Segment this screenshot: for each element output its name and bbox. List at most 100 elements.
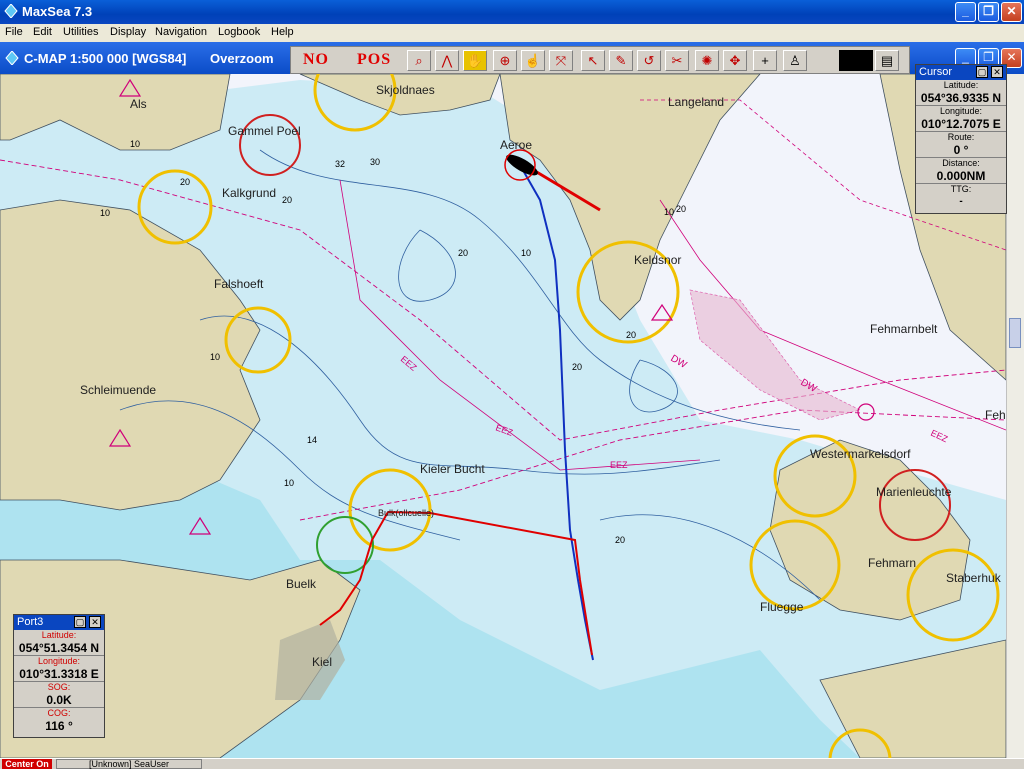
label-marienleuchte: Marienleuchte [876, 485, 952, 499]
port3-latitude-label: Latitude: [41, 630, 77, 640]
depth-label: 20 [180, 177, 190, 187]
window-layout-icon[interactable]: ▤ [875, 50, 899, 71]
depth-label: 20 [615, 535, 625, 545]
cursor-panel-title: Cursor [919, 66, 953, 78]
display-swatch [839, 50, 873, 71]
port3-latitude-value: 054°51.3454 N [18, 641, 100, 655]
port3-sog-label: SOG: [47, 682, 71, 692]
depth-label: 10 [284, 478, 294, 488]
cursor-latitude-label: Latitude: [943, 80, 979, 90]
compass-icon[interactable]: ⋀ [435, 50, 459, 71]
scale-arrows-icon[interactable]: ⤧ [549, 50, 573, 71]
port3-panel-close-button[interactable]: ✕ [89, 616, 101, 628]
app-titlebar: MaxSea 7.3 _ ❐ ✕ [0, 0, 1024, 24]
no-label: NO [303, 51, 329, 68]
port3-longitude-label: Longitude: [37, 656, 81, 666]
menu-file[interactable]: File [5, 26, 23, 38]
cursor-longitude-label: Longitude: [939, 106, 983, 116]
eez-label: EEZ [610, 460, 628, 470]
label-falshoeft: Falshoeft [214, 277, 264, 291]
menu-help[interactable]: Help [271, 26, 294, 38]
depth-label: 20 [458, 248, 468, 258]
port3-panel-title: Port3 [17, 616, 44, 628]
label-fehmarnbelt: Fehmarnbelt [870, 322, 938, 336]
label-langeland: Langeland [668, 95, 724, 109]
menu-utilities[interactable]: Utilities [63, 26, 98, 38]
restore-button[interactable]: ❐ [978, 2, 999, 22]
overzoom-label: Overzoom [210, 51, 274, 66]
port3-panel: Port3 ▢ ✕ Latitude: 054°51.3454 N Longitu… [13, 614, 105, 738]
port3-panel-header[interactable]: Port3 ▢ ✕ [14, 615, 104, 630]
move-icon[interactable]: ✥ [723, 50, 747, 71]
chart-svg[interactable]: Als Skjoldnaes Langeland Gammel Poel Aer… [0, 74, 1006, 758]
scrollbar-thumb[interactable] [1009, 318, 1021, 348]
menu-display[interactable]: Display [110, 26, 146, 38]
label-gammel-poel: Gammel Poel [228, 124, 301, 138]
label-bulk-light: Bulk(ollcuelle) [378, 508, 434, 518]
depth-label: 20 [282, 195, 292, 205]
depth-label: 10 [100, 208, 110, 218]
label-als: Als [130, 97, 147, 111]
label-kieler-bucht: Kieler Bucht [420, 462, 485, 476]
port3-cog-value: 116 ° [45, 719, 73, 733]
label-fehmarn: Fehmarn [868, 556, 916, 570]
menu-navigation[interactable]: Navigation [155, 26, 207, 38]
arrow-select-icon[interactable]: ↖ [581, 50, 605, 71]
cursor-panel: Cursor ▢ ✕ Latitude: 054°36.9335 N Longit… [915, 64, 1007, 214]
label-kalkgrund: Kalkgrund [222, 186, 276, 200]
label-staberhuk: Staberhuk [946, 571, 1002, 585]
depth-label: 20 [626, 330, 636, 340]
menu-logbook[interactable]: Logbook [218, 26, 260, 38]
cursor-ttg-label: TTG: [950, 184, 972, 194]
port3-sog-value: 0.0K [46, 693, 72, 707]
pos-label: POS [357, 51, 392, 68]
cursor-route-value: 0 ° [953, 143, 969, 157]
pencil-icon[interactable]: ✎ [609, 50, 633, 71]
plus-icon[interactable]: + [753, 50, 777, 71]
cursor-panel-min-button[interactable]: ▢ [976, 66, 988, 78]
menu-edit[interactable]: Edit [33, 26, 52, 38]
cursor-panel-close-button[interactable]: ✕ [991, 66, 1003, 78]
cursor-distance-value: 0.000NM [936, 169, 986, 183]
depth-label: 30 [370, 157, 380, 167]
maxsea-app-icon [4, 4, 18, 18]
crosshair-icon[interactable]: ⊕ [493, 50, 517, 71]
scissors-icon[interactable]: ✂ [665, 50, 689, 71]
status-bar: Center On [Unknown] SeaUser [0, 758, 1024, 769]
depth-label: 20 [572, 362, 582, 372]
hand-pan-icon[interactable]: ✋ [463, 50, 487, 71]
label-schleimuende: Schleimuende [80, 383, 156, 397]
minimize-button[interactable]: _ [955, 2, 976, 22]
cursor-longitude-value: 010°12.7075 E [921, 117, 1001, 131]
cursor-ttg-value: - [959, 196, 963, 207]
rotate-icon[interactable]: ↺ [637, 50, 661, 71]
pointer-hand-icon[interactable]: ☝ [521, 50, 545, 71]
depth-label: 10 [664, 207, 674, 217]
chart-toolbar: NO POS ⌕ ⋀ ✋ ⊕ ☝ ⤧ ↖ ✎ ↺ ✂ ✺ ✥ + ♙ ▤ [290, 46, 910, 74]
label-keldsnor: Keldsnor [634, 253, 681, 267]
label-fluegge: Fluegge [760, 600, 804, 614]
map-scrollbar[interactable] [1006, 74, 1024, 758]
label-fehm: Fehm [985, 408, 1006, 422]
person-icon[interactable]: ♙ [783, 50, 807, 71]
port3-cog-label: COG: [47, 708, 71, 718]
chart-map[interactable]: Als Skjoldnaes Langeland Gammel Poel Aer… [0, 74, 1006, 758]
depth-label: 10 [521, 248, 531, 258]
cursor-panel-header[interactable]: Cursor ▢ ✕ [916, 65, 1006, 80]
port3-longitude-value: 010°31.3318 E [19, 667, 99, 681]
depth-label: 10 [130, 139, 140, 149]
cursor-route-label: Route: [947, 132, 975, 142]
zoom-icon[interactable]: ⌕ [407, 50, 431, 71]
port3-panel-min-button[interactable]: ▢ [74, 616, 86, 628]
cursor-distance-label: Distance: [942, 158, 980, 168]
target-icon[interactable]: ✺ [695, 50, 719, 71]
depth-label: 14 [307, 435, 317, 445]
cursor-latitude-value: 054°36.9335 N [920, 91, 1002, 105]
label-buelk: Buelk [286, 577, 317, 591]
menu-bar: File Edit Utilities Display Navigation L… [0, 24, 1024, 42]
depth-label: 20 [676, 204, 686, 214]
close-button[interactable]: ✕ [1001, 2, 1022, 22]
chart-window-icon [5, 51, 19, 65]
depth-label: 32 [335, 159, 345, 169]
label-kiel: Kiel [312, 655, 332, 669]
